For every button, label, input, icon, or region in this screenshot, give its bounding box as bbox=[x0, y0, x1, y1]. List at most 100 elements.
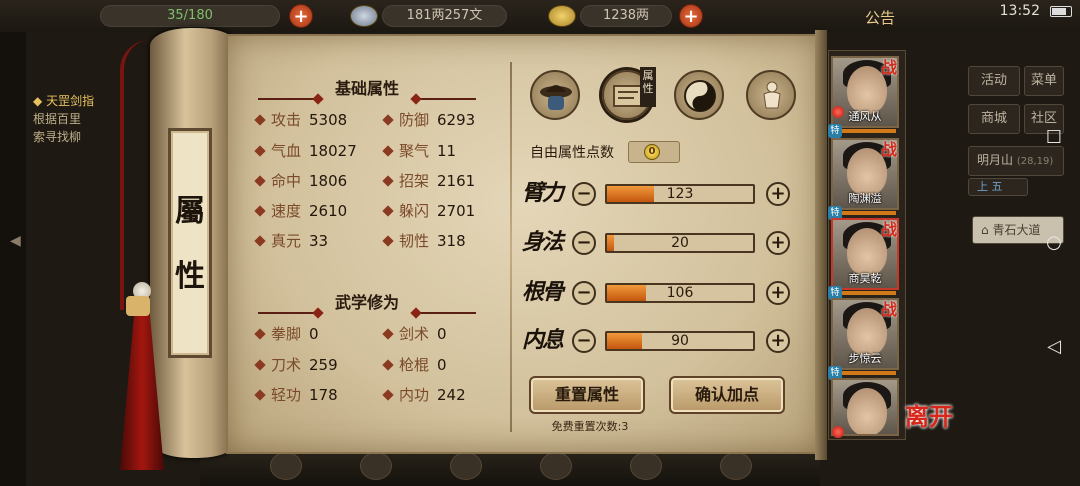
strength-bar: 123 bbox=[605, 184, 755, 204]
attr-name-strength: 臂力 bbox=[522, 180, 564, 206]
decrease-constitution-button[interactable]: − bbox=[572, 281, 596, 305]
hero-rank-badge: 特 bbox=[828, 124, 842, 138]
scroll-label-char: 性 bbox=[175, 259, 205, 294]
gold-icon bbox=[548, 5, 576, 27]
decrease-inner-breath-button[interactable]: − bbox=[572, 329, 596, 353]
menu-shop[interactable]: 商城 bbox=[968, 104, 1020, 134]
capacity-display: 35/180 bbox=[100, 5, 280, 27]
location-name: 明月山 bbox=[977, 153, 1014, 167]
decrease-strength-button[interactable]: − bbox=[572, 182, 596, 206]
increase-agility-button[interactable]: + bbox=[766, 231, 790, 255]
sub-tab[interactable]: 五 bbox=[992, 180, 1003, 193]
increase-constitution-button[interactable]: + bbox=[766, 281, 790, 305]
stat-attack: 攻击 5308 bbox=[254, 109, 347, 131]
battle-tag: 战 bbox=[881, 140, 898, 159]
scroll-label-char: 屬 bbox=[175, 194, 205, 229]
menu-main[interactable]: 菜单 bbox=[1024, 66, 1064, 96]
stat-defense: 防御 6293 bbox=[382, 109, 475, 131]
sub-tab[interactable]: 上 bbox=[977, 180, 988, 193]
notice-button[interactable]: 公告 bbox=[865, 7, 895, 28]
recent-apps-icon[interactable]: ☐ bbox=[1044, 128, 1064, 148]
ornament bbox=[416, 312, 476, 314]
gold-value: 1238两 bbox=[602, 8, 650, 23]
quest-bullet-icon: ◆ bbox=[33, 94, 43, 108]
constitution-value: 106 bbox=[666, 285, 694, 301]
attr-name-constitution: 根骨 bbox=[522, 279, 564, 305]
increase-inner-breath-button[interactable]: + bbox=[766, 329, 790, 353]
quest-title: 天罡剑指 bbox=[46, 94, 95, 108]
stat-blade: 刀术 259 bbox=[254, 354, 338, 376]
constitution-bar: 106 bbox=[605, 283, 755, 303]
stat-hp: 气血 18027 bbox=[254, 140, 357, 162]
martial-title: 武学修为 bbox=[334, 293, 399, 312]
scroll-label: 屬 性 bbox=[168, 128, 212, 358]
bagua-icon[interactable] bbox=[674, 70, 724, 120]
stat-hit: 命中 1806 bbox=[254, 170, 347, 192]
hero-exp-bar bbox=[840, 211, 896, 215]
agility-value: 20 bbox=[671, 235, 689, 251]
leave-button[interactable]: 离开 bbox=[905, 405, 953, 455]
hat-icon[interactable] bbox=[530, 70, 580, 120]
figure-icon[interactable] bbox=[746, 70, 796, 120]
toolbar-icon[interactable] bbox=[450, 452, 482, 480]
hero-name: 商昊乾 bbox=[848, 272, 882, 285]
increase-strength-button[interactable]: + bbox=[766, 182, 790, 206]
notification-dot bbox=[832, 106, 844, 118]
stat-neigong: 内功 242 bbox=[382, 384, 466, 406]
stat-dodge: 躲闪 2701 bbox=[382, 200, 475, 222]
stat-parry: 招架 2161 bbox=[382, 170, 475, 192]
battle-tag: 战 bbox=[881, 300, 898, 319]
battle-tag: 战 bbox=[881, 58, 898, 77]
stat-zhenyuan: 真元 33 bbox=[254, 230, 328, 252]
inner-breath-value: 90 bbox=[671, 333, 689, 349]
toolbar-icon[interactable] bbox=[360, 452, 392, 480]
back-icon[interactable]: ◁ bbox=[1044, 337, 1064, 357]
tassel-cord bbox=[120, 40, 150, 310]
tab-selected-tag: 属性 bbox=[640, 67, 656, 107]
toolbar-icon[interactable] bbox=[720, 452, 752, 480]
silver-display: 181两257文 bbox=[382, 5, 507, 27]
gold-display: 1238两 bbox=[580, 5, 672, 27]
stat-toughness: 韧性 318 bbox=[382, 230, 466, 252]
collapse-arrow-icon[interactable]: ◀ bbox=[10, 233, 21, 249]
decrease-agility-button[interactable]: − bbox=[572, 231, 596, 255]
hero-exp-bar bbox=[840, 129, 896, 133]
ornament bbox=[416, 98, 476, 100]
hero-exp-bar bbox=[840, 291, 896, 295]
battle-tag: 战 bbox=[881, 220, 898, 239]
agility-bar: 20 bbox=[605, 233, 755, 253]
menu-activity[interactable]: 活动 bbox=[968, 66, 1020, 96]
hero-exp-bar bbox=[840, 371, 896, 375]
stat-fist: 拳脚 0 bbox=[254, 323, 319, 345]
battery-icon bbox=[1050, 6, 1072, 17]
strength-value: 123 bbox=[666, 186, 694, 202]
free-points-label: 自由属性点数 bbox=[530, 145, 614, 161]
toolbar-icon[interactable] bbox=[540, 452, 572, 480]
silver-value: 181两257文 bbox=[406, 8, 483, 23]
tassel-cap bbox=[126, 296, 150, 316]
stat-qi: 聚气 11 bbox=[382, 140, 456, 162]
clock: 13:52 bbox=[999, 3, 1040, 19]
stat-sword: 剑术 0 bbox=[382, 323, 447, 345]
toolbar-icon[interactable] bbox=[270, 452, 302, 480]
hero-portrait bbox=[847, 388, 887, 434]
panel-divider bbox=[510, 62, 512, 432]
attr-name-inner-breath: 内息 bbox=[522, 327, 564, 353]
ornament bbox=[258, 312, 318, 314]
home-icon[interactable]: ○ bbox=[1044, 233, 1064, 253]
silver-icon bbox=[350, 5, 378, 27]
capacity-add-button[interactable]: + bbox=[289, 4, 313, 28]
basic-attributes-title: 基础属性 bbox=[334, 79, 399, 98]
left-edge bbox=[0, 32, 26, 486]
gold-add-button[interactable]: + bbox=[679, 4, 703, 28]
sub-tabs[interactable]: 上 五 bbox=[968, 178, 1028, 196]
confirm-points-button[interactable]: 确认加点 bbox=[669, 376, 785, 414]
hero-name: 陶渊溢 bbox=[848, 192, 882, 205]
reset-attributes-button[interactable]: 重置属性 bbox=[529, 376, 645, 414]
stat-spear: 枪棍 0 bbox=[382, 354, 447, 376]
free-reset-note: 免费重置次数:3 bbox=[551, 420, 629, 433]
toolbar-icon[interactable] bbox=[630, 452, 662, 480]
stat-qinggong: 轻功 178 bbox=[254, 384, 338, 406]
inner-breath-bar: 90 bbox=[605, 331, 755, 351]
notification-dot bbox=[832, 426, 844, 438]
